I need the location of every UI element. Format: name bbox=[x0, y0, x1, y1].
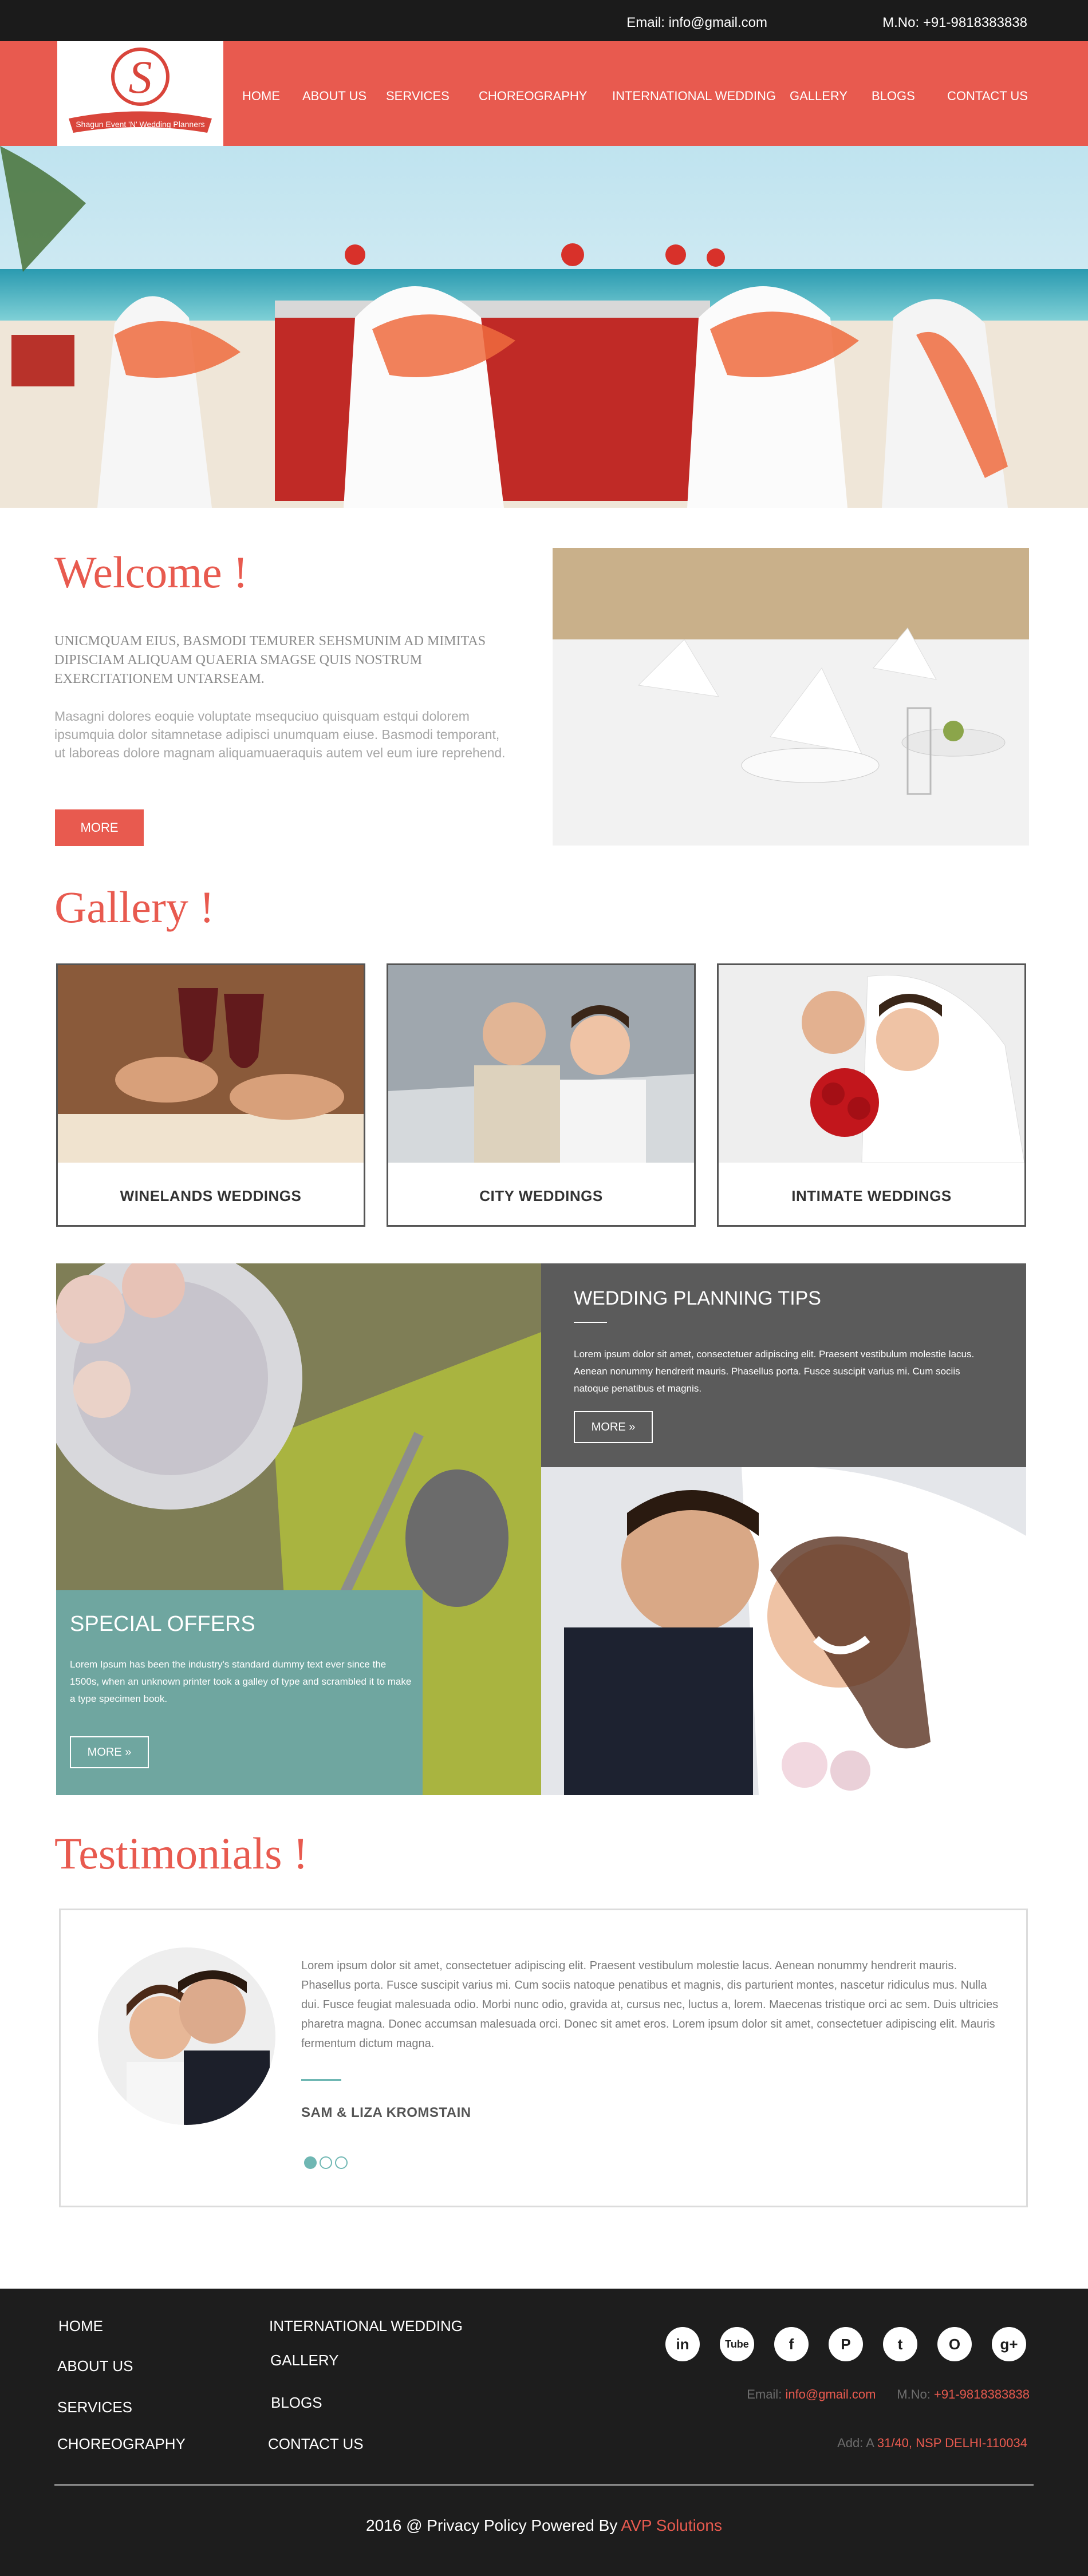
footer-address-label: Add: A bbox=[837, 2436, 874, 2450]
gallery-card-winelands[interactable]: WINELANDS WEDDINGS bbox=[56, 963, 365, 1227]
tips-title: WEDDING PLANNING TIPS bbox=[574, 1287, 821, 1309]
testimonial-avatar bbox=[98, 1947, 275, 2125]
nav-choreography[interactable]: CHOREOGRAPHY bbox=[479, 89, 587, 104]
top-contact-bar: Email: info@gmail.com M.No: +91-98183838… bbox=[0, 0, 1088, 41]
gallery-card-intimate[interactable]: INTIMATE WEDDINGS bbox=[717, 963, 1026, 1227]
double-chevron-right-icon: » bbox=[125, 1746, 132, 1759]
slider-dot-3[interactable] bbox=[335, 2156, 348, 2169]
footer-link-about-us[interactable]: ABOUT US bbox=[57, 2357, 133, 2375]
nav-about-us[interactable]: ABOUT US bbox=[302, 89, 366, 104]
footer-email-value[interactable]: info@gmail.com bbox=[785, 2387, 876, 2401]
nav-blogs[interactable]: BLOGS bbox=[872, 89, 915, 104]
tips-more-button[interactable]: MORE » bbox=[574, 1411, 653, 1443]
footer-link-home[interactable]: HOME bbox=[58, 2317, 103, 2335]
footer-address-value: 31/40, NSP DELHI-110034 bbox=[877, 2436, 1027, 2450]
footer-copyright: 2016 @ Privacy Policy Powered By AVP Sol… bbox=[0, 2516, 1088, 2535]
welcome-body-text: Masagni dolores eoquie voluptate msequci… bbox=[54, 709, 506, 760]
instagram-icon[interactable]: O bbox=[937, 2327, 972, 2361]
gallery-card-label: CITY WEDDINGS bbox=[479, 1187, 603, 1204]
footer-link-blogs[interactable]: BLOGS bbox=[271, 2394, 322, 2412]
footer-link-choreography[interactable]: CHOREOGRAPHY bbox=[57, 2435, 186, 2453]
testimonial-divider bbox=[301, 2079, 341, 2081]
nav-contact-us[interactable]: CONTACT US bbox=[947, 89, 1028, 104]
double-chevron-right-icon: » bbox=[629, 1421, 636, 1433]
slider-dot-2[interactable] bbox=[320, 2156, 332, 2169]
copyright-text: 2016 @ Privacy Policy Powered By bbox=[366, 2516, 618, 2534]
topbar-mobile: M.No: +91-9818383838 bbox=[882, 15, 1027, 30]
logo-letter: S bbox=[129, 51, 152, 103]
testimonial-card: Lorem ipsum dolor sit amet, consectetuer… bbox=[59, 1909, 1028, 2207]
gallery-card-city[interactable]: CITY WEDDINGS bbox=[387, 963, 696, 1227]
special-offers-panel: SPECIAL OFFERS Lorem Ipsum has been the … bbox=[56, 1590, 423, 1795]
copyright-brand-link[interactable]: AVP Solutions bbox=[621, 2516, 722, 2534]
testimonial-text: Lorem ipsum dolor sit amet, consectetuer… bbox=[301, 1959, 999, 2050]
gallery-title: Gallery ! bbox=[54, 882, 215, 932]
logo-brand-text: Shagun Event 'N' Wedding Planners bbox=[76, 120, 204, 129]
topbar-email[interactable]: Email: info@gmail.com bbox=[626, 15, 767, 31]
couple-kiss-photo bbox=[541, 1467, 1026, 1795]
youtube-icon[interactable]: Tube bbox=[720, 2327, 754, 2361]
hero-banner-image bbox=[0, 146, 1088, 508]
linkedin-icon[interactable]: in bbox=[665, 2327, 700, 2361]
wedding-tips-panel: WEDDING PLANNING TIPS Lorem ipsum dolor … bbox=[541, 1263, 1026, 1467]
testimonial-author: SAM & LIZA KROMSTAIN bbox=[301, 2105, 471, 2120]
welcome-subtitle: UNICMQUAM EIUS, BASMODI TEMURER SEHSMUNI… bbox=[54, 634, 486, 686]
googleplus-icon[interactable]: g+ bbox=[992, 2327, 1026, 2361]
tips-divider bbox=[574, 1322, 607, 1323]
twitter-icon[interactable]: t bbox=[883, 2327, 917, 2361]
footer-email-label: Email: bbox=[747, 2387, 782, 2401]
footer-mobile-label: M.No: bbox=[897, 2387, 931, 2401]
offers-more-button[interactable]: MORE » bbox=[70, 1736, 149, 1768]
site-footer: HOME ABOUT US SERVICES CHOREOGRAPHY INTE… bbox=[0, 2289, 1088, 2576]
welcome-table-photo bbox=[553, 548, 1029, 846]
pinterest-icon[interactable]: P bbox=[829, 2327, 863, 2361]
offers-text: Lorem Ipsum has been the industry's stan… bbox=[70, 1659, 412, 1704]
nav-international-wedding[interactable]: INTERNATIONAL WEDDING bbox=[612, 89, 776, 104]
city-photo bbox=[388, 965, 694, 1163]
footer-link-gallery[interactable]: GALLERY bbox=[270, 2352, 338, 2369]
gallery-card-label: WINELANDS WEDDINGS bbox=[120, 1187, 302, 1204]
facebook-icon[interactable]: f bbox=[774, 2327, 809, 2361]
offers-title: SPECIAL OFFERS bbox=[70, 1612, 255, 1636]
nav-gallery[interactable]: GALLERY bbox=[790, 89, 847, 104]
footer-mobile-value: +91-9818383838 bbox=[934, 2387, 1030, 2401]
slider-dot-1[interactable] bbox=[304, 2156, 317, 2169]
tips-text: Lorem ipsum dolor sit amet, consectetuer… bbox=[574, 1349, 975, 1394]
nav-home[interactable]: HOME bbox=[242, 89, 280, 104]
footer-contact-line: Email: info@gmail.com M.No: +91-98183838… bbox=[747, 2387, 1030, 2402]
footer-link-services[interactable]: SERVICES bbox=[57, 2399, 132, 2416]
welcome-title: Welcome ! bbox=[54, 547, 249, 597]
footer-link-contact-us[interactable]: CONTACT US bbox=[268, 2435, 364, 2453]
footer-divider bbox=[54, 2484, 1034, 2486]
footer-address-line: Add: A 31/40, NSP DELHI-110034 bbox=[837, 2436, 1027, 2451]
welcome-more-button[interactable]: MORE bbox=[55, 809, 144, 846]
intimate-photo bbox=[719, 965, 1024, 1163]
nav-services[interactable]: SERVICES bbox=[386, 89, 450, 104]
site-logo[interactable]: S Shagun Event 'N' Wedding Planners bbox=[57, 41, 223, 146]
winelands-photo bbox=[58, 965, 364, 1163]
footer-link-international-wedding[interactable]: INTERNATIONAL WEDDING bbox=[269, 2317, 463, 2335]
testimonials-title: Testimonials ! bbox=[54, 1828, 308, 1878]
logo-emblem-icon: S Shagun Event 'N' Wedding Planners bbox=[69, 48, 212, 133]
gallery-card-label: INTIMATE WEDDINGS bbox=[791, 1187, 952, 1204]
